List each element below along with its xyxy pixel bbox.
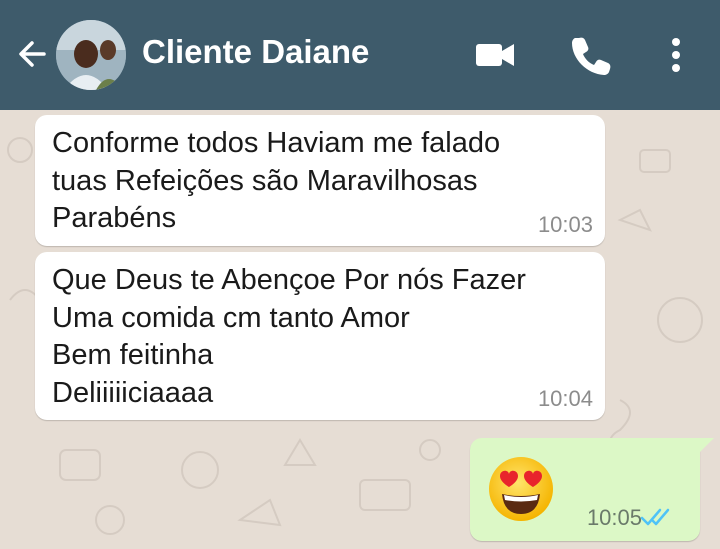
outgoing-message[interactable]: 10:05 [470,438,714,541]
heart-eyes-emoji [486,454,556,524]
more-vert-icon[interactable] [652,30,700,80]
message-time: 10:04 [537,386,593,411]
message-text: Conforme todos Haviam me falado tuas Ref… [52,127,501,234]
phone-icon[interactable] [566,30,616,80]
video-camera-icon[interactable] [470,30,520,80]
message-text: Que Deus te Abençoe Por nós Fazer Uma co… [52,264,526,409]
message-time: 10:05 [586,505,642,530]
incoming-message[interactable]: Conforme todos Haviam me falado tuas Ref… [35,115,605,246]
read-receipt-icon [640,507,674,527]
contact-name[interactable]: Cliente Daiane [142,33,369,71]
chat-screen: Cliente Daiane Conforme todos Haviam me … [0,0,720,549]
chat-header: Cliente Daiane [0,0,720,110]
message-time: 10:03 [537,212,593,237]
avatar[interactable] [56,20,126,90]
bubble-tail [698,438,714,454]
back-arrow-icon[interactable] [12,34,52,74]
incoming-message[interactable]: Que Deus te Abençoe Por nós Fazer Uma co… [35,252,605,420]
